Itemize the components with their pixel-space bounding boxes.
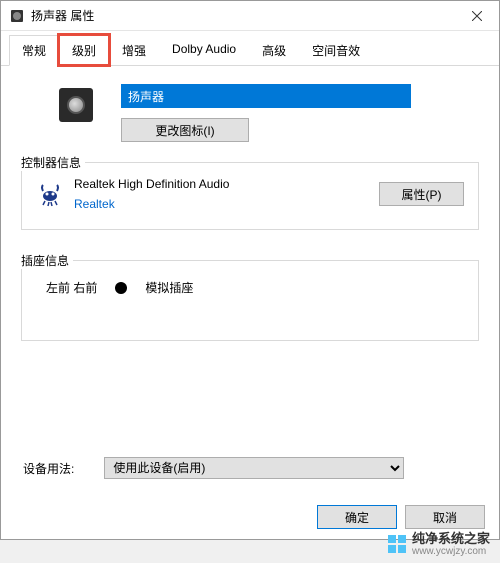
close-button[interactable] bbox=[454, 1, 499, 31]
tab-dolby[interactable]: Dolby Audio bbox=[159, 35, 249, 65]
name-column: 更改图标(I) bbox=[121, 84, 479, 142]
window-title: 扬声器 属性 bbox=[31, 7, 454, 24]
controller-text: Realtek High Definition Audio Realtek bbox=[74, 177, 369, 211]
jack-position: 左前 右前 bbox=[46, 279, 97, 296]
watermark: 纯净系统之家 www.ycwjzy.com bbox=[384, 528, 494, 561]
speaker-icon bbox=[59, 88, 93, 122]
jack-section-label: 插座信息 bbox=[21, 252, 73, 269]
device-name-input[interactable] bbox=[121, 84, 411, 108]
jack-row: 左前 右前 模拟插座 bbox=[36, 275, 464, 300]
watermark-logo-icon bbox=[388, 535, 406, 553]
window-icon bbox=[9, 8, 25, 24]
tab-enhance[interactable]: 增强 bbox=[109, 35, 159, 65]
device-usage-row: 设备用法: 使用此设备(启用) bbox=[21, 457, 479, 479]
controller-section-label: 控制器信息 bbox=[21, 154, 85, 171]
jack-type: 模拟插座 bbox=[145, 279, 193, 296]
realtek-crab-icon bbox=[36, 180, 64, 208]
cancel-button[interactable]: 取消 bbox=[405, 505, 485, 529]
watermark-url: www.ycwjzy.com bbox=[412, 546, 490, 557]
tab-levels[interactable]: 级别 bbox=[59, 35, 109, 65]
ok-button[interactable]: 确定 bbox=[317, 505, 397, 529]
controller-name: Realtek High Definition Audio bbox=[74, 177, 369, 191]
change-icon-button[interactable]: 更改图标(I) bbox=[121, 118, 249, 142]
tabs: 常规 级别 增强 Dolby Audio 高级 空间音效 bbox=[1, 31, 499, 66]
controller-row: Realtek High Definition Audio Realtek 属性… bbox=[36, 177, 464, 211]
device-name-row: 更改图标(I) bbox=[21, 84, 479, 142]
watermark-name: 纯净系统之家 bbox=[412, 532, 490, 546]
controller-vendor-link[interactable]: Realtek bbox=[74, 197, 369, 211]
tab-content: 更改图标(I) 控制器信息 Realtek High Definition Au… bbox=[1, 66, 499, 381]
titlebar: 扬声器 属性 bbox=[1, 1, 499, 31]
jack-color-dot bbox=[115, 282, 127, 294]
tab-advanced[interactable]: 高级 bbox=[249, 35, 299, 65]
tab-general[interactable]: 常规 bbox=[9, 35, 59, 66]
usage-select[interactable]: 使用此设备(启用) bbox=[104, 457, 404, 479]
properties-window: 扬声器 属性 常规 级别 增强 Dolby Audio 高级 空间音效 更改图标… bbox=[0, 0, 500, 540]
tab-spatial[interactable]: 空间音效 bbox=[299, 35, 373, 65]
usage-label: 设备用法: bbox=[23, 460, 74, 477]
controller-properties-button[interactable]: 属性(P) bbox=[379, 182, 464, 206]
close-icon bbox=[472, 11, 482, 21]
dialog-buttons: 确定 取消 bbox=[317, 505, 485, 529]
controller-info-section: 控制器信息 Realtek High Definition Audio Real… bbox=[21, 162, 479, 230]
jack-info-section: 插座信息 左前 右前 模拟插座 bbox=[21, 260, 479, 341]
